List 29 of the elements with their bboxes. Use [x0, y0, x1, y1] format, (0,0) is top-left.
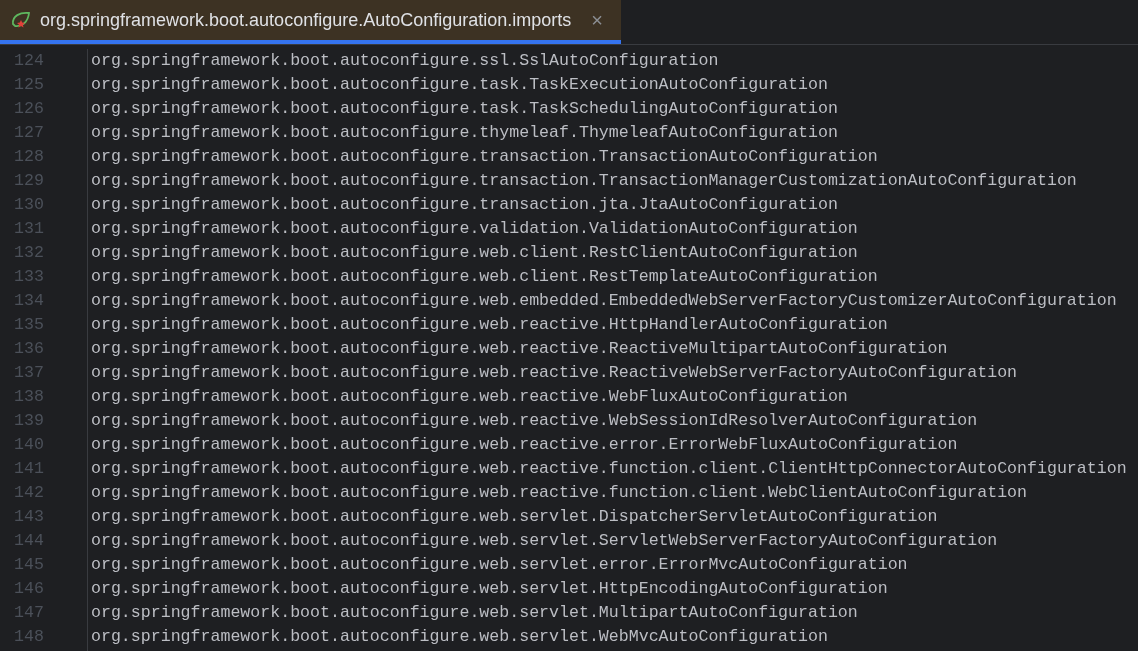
code-line: org.springframework.boot.autoconfigure.web.servlet.HttpEncodingAutoConfiguration	[91, 577, 888, 600]
code-line: org.springframework.boot.autoconfigure.web.reactive.ReactiveMultipartAutoConfiguration	[91, 337, 948, 360]
code-line: org.springframework.boot.autoconfigure.transaction.jta.JtaAutoConfiguration	[91, 193, 838, 216]
code-line: org.springframework.boot.autoconfigure.web.reactive.HttpHandlerAutoConfiguration	[91, 313, 888, 336]
editor-tab[interactable]: org.springframework.boot.autoconfigure.AutoConfiguration.imports ×	[0, 0, 621, 44]
code-line: org.springframework.boot.autoconfigure.web.client.RestTemplateAutoConfiguration	[91, 265, 878, 288]
tab-title: org.springframework.boot.autoconfigure.AutoConfiguration.imports	[40, 8, 572, 32]
code-line: org.springframework.boot.autoconfigure.task.TaskSchedulingAutoConfiguration	[91, 97, 838, 120]
code-line: org.springframework.boot.autoconfigure.transaction.TransactionAutoConfiguration	[91, 145, 878, 168]
code-line: org.springframework.boot.autoconfigure.web.reactive.ReactiveWebServerFactoryAutoConfiguration	[91, 361, 1018, 384]
code-line: org.springframework.boot.autoconfigure.web.servlet.error.ErrorMvcAutoConfiguration	[91, 553, 908, 576]
code-line: org.springframework.boot.autoconfigure.web.client.RestClientAutoConfiguration	[91, 241, 858, 264]
code-line: org.springframework.boot.autoconfigure.web.servlet.WebMvcAutoConfiguration	[91, 625, 828, 648]
code-line: org.springframework.boot.autoconfigure.web.servlet.DispatcherServletAutoConfiguration	[91, 505, 938, 528]
code-line: org.springframework.boot.autoconfigure.web.reactive.WebFluxAutoConfiguration	[91, 385, 848, 408]
code-line: org.springframework.boot.autoconfigure.web.reactive.function.client.WebClientAutoConfiguration	[91, 481, 1028, 504]
leaf-icon	[10, 10, 32, 30]
close-button[interactable]: ×	[591, 5, 603, 35]
code-line: org.springframework.boot.autoconfigure.web.servlet.MultipartAutoConfiguration	[91, 601, 858, 624]
code-line: org.springframework.boot.autoconfigure.web.reactive.function.client.ClientHttpConnectorAutoConfiguration	[91, 457, 1127, 480]
code-line: org.springframework.boot.autoconfigure.task.TaskExecutionAutoConfiguration	[91, 73, 828, 96]
code-line: org.springframework.boot.autoconfigure.web.reactive.WebSessionIdResolverAutoConfiguration	[91, 409, 978, 432]
code-line: org.springframework.boot.autoconfigure.web.embedded.EmbeddedWebServerFactoryCustomizerAutoConfiguration	[91, 289, 1117, 312]
code-line: org.springframework.boot.autoconfigure.web.reactive.error.ErrorWebFluxAutoConfiguration	[91, 433, 958, 456]
code-line: org.springframework.boot.autoconfigure.validation.ValidationAutoConfiguration	[91, 217, 858, 240]
code-line: org.springframework.boot.autoconfigure.transaction.TransactionManagerCustomizationAutoConfiguration	[91, 169, 1077, 192]
code-line: org.springframework.boot.autoconfigure.ssl.SslAutoConfiguration	[91, 49, 719, 72]
code-line: org.springframework.boot.autoconfigure.web.servlet.ServletWebServerFactoryAutoConfiguration	[91, 529, 998, 552]
code-line: org.springframework.boot.autoconfigure.thymeleaf.ThymeleafAutoConfiguration	[91, 121, 838, 144]
